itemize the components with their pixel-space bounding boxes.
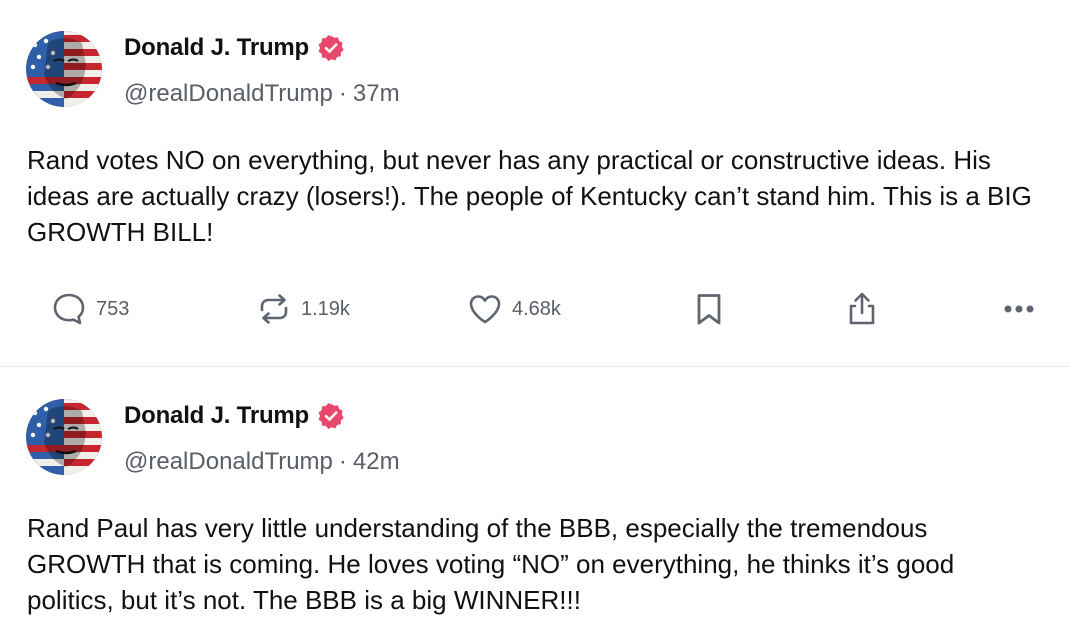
avatar[interactable] [26,31,102,107]
post-text: Rand votes NO on everything, but never h… [27,145,1032,247]
author-meta: @realDonaldTrump · 37m [124,80,400,108]
more-options-button[interactable] [1000,290,1038,328]
share-button[interactable] [843,290,881,328]
feed: Donald J. Trump @realDonaldTrump · 37m R… [0,0,1070,640]
retruth-count: 1.19k [301,297,350,320]
reply-button[interactable]: 753 [50,290,129,328]
meta-separator: · [338,80,347,107]
like-button[interactable]: 4.68k [466,290,561,328]
post-actions: 753 1.19k 4.68k [0,290,1070,330]
like-count: 4.68k [512,297,561,320]
verified-badge-icon [317,34,345,62]
bookmark-icon [697,294,721,325]
repost-arrows-icon [260,294,288,324]
speech-bubble-icon [53,293,85,325]
post[interactable]: Donald J. Trump @realDonaldTrump · 37m R… [0,0,1070,367]
avatar-flag-portrait-icon [26,399,102,475]
retruth-button[interactable]: 1.19k [255,290,350,328]
author-meta: @realDonaldTrump · 42m [124,448,400,476]
meta-separator: · [338,448,347,475]
more-dots-icon [1004,305,1034,313]
heart-icon [469,295,501,324]
post-time[interactable]: 42m [353,448,400,476]
author-name[interactable]: Donald J. Trump [124,402,309,430]
bookmark-button[interactable] [690,290,728,328]
author-handle[interactable]: @realDonaldTrump [124,80,333,108]
author-handle[interactable]: @realDonaldTrump [124,448,333,476]
post-time[interactable]: 37m [353,80,400,108]
avatar-flag-portrait-icon [26,31,102,107]
author-name-row: Donald J. Trump [124,34,345,62]
avatar[interactable] [26,399,102,475]
post-text: Rand Paul has very little understanding … [27,513,955,615]
author-name[interactable]: Donald J. Trump [124,34,309,62]
share-icon [849,292,875,325]
post[interactable]: Donald J. Trump @realDonaldTrump · 42m R… [0,367,1070,640]
reply-count: 753 [96,297,130,320]
author-name-row: Donald J. Trump [124,402,345,430]
verified-badge-icon [317,402,345,430]
